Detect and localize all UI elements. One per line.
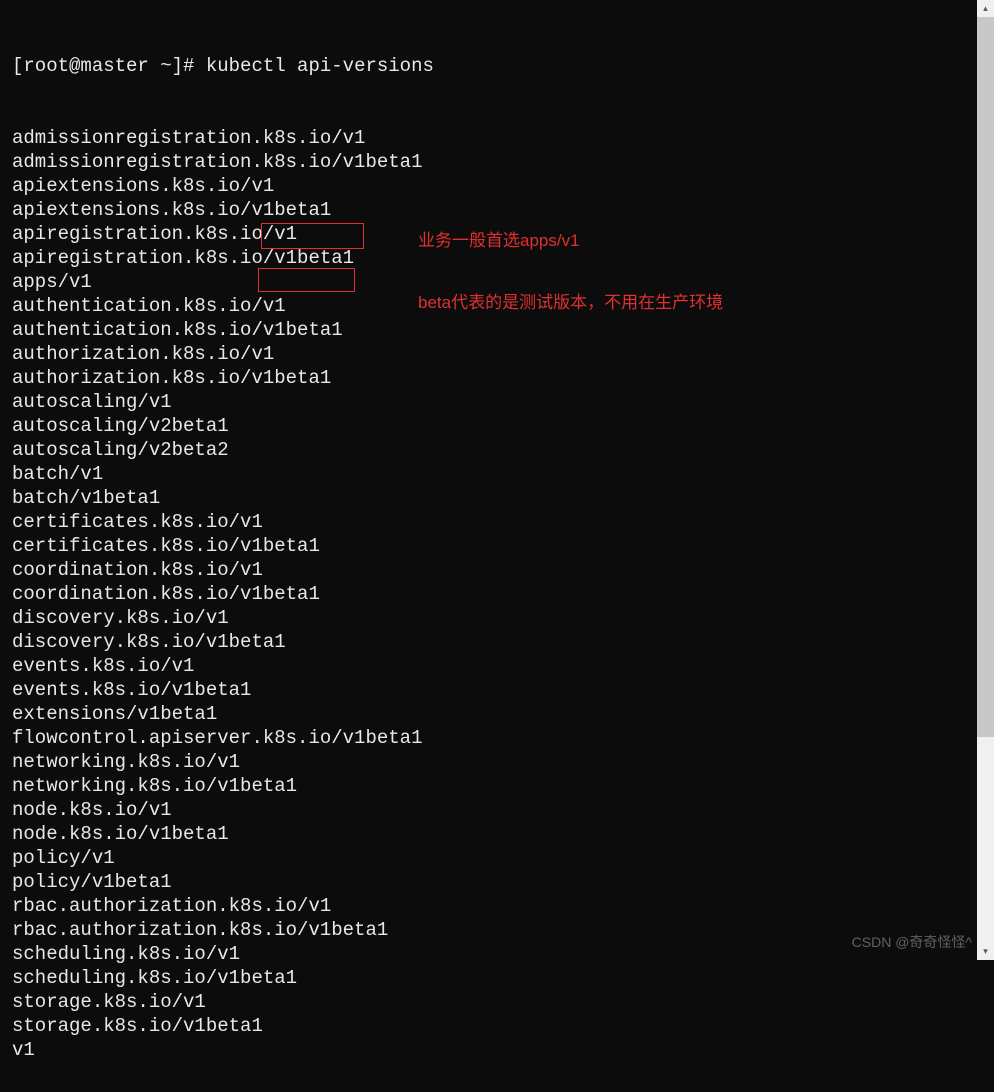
- output-line: scheduling.k8s.io/v1beta1: [12, 966, 982, 990]
- output-line: batch/v1beta1: [12, 486, 982, 510]
- output-line: batch/v1: [12, 462, 982, 486]
- annotation-beta: beta代表的是测试版本，不用在生产环境: [418, 288, 723, 313]
- output-line: apiextensions.k8s.io/v1beta1: [12, 198, 982, 222]
- output-line: apiextensions.k8s.io/v1: [12, 174, 982, 198]
- output-line: node.k8s.io/v1beta1: [12, 822, 982, 846]
- output-line: autoscaling/v2beta1: [12, 414, 982, 438]
- annotation-apps-v1: 业务一般首选apps/v1: [418, 226, 580, 251]
- chevron-down-icon: ▾: [983, 947, 988, 957]
- output-line: v1: [12, 1038, 982, 1062]
- output-line: events.k8s.io/v1: [12, 654, 982, 678]
- output-line: coordination.k8s.io/v1beta1: [12, 582, 982, 606]
- output-line: scheduling.k8s.io/v1: [12, 942, 982, 966]
- output-line: rbac.authorization.k8s.io/v1beta1: [12, 918, 982, 942]
- shell-command: kubectl api-versions: [206, 55, 434, 77]
- output-line: admissionregistration.k8s.io/v1: [12, 126, 982, 150]
- terminal-area[interactable]: [root@master ~]# kubectl api-versions ad…: [0, 0, 994, 1092]
- vertical-scrollbar[interactable]: ▴ ▾: [977, 0, 994, 960]
- output-line: autoscaling/v2beta2: [12, 438, 982, 462]
- highlight-box-v1beta1-authz: [258, 268, 355, 292]
- output-line: coordination.k8s.io/v1: [12, 558, 982, 582]
- output-line: admissionregistration.k8s.io/v1beta1: [12, 150, 982, 174]
- output-line: flowcontrol.apiserver.k8s.io/v1beta1: [12, 726, 982, 750]
- command-output: admissionregistration.k8s.io/v1admission…: [12, 126, 982, 1062]
- output-line: policy/v1beta1: [12, 870, 982, 894]
- output-line: authentication.k8s.io/v1beta1: [12, 318, 982, 342]
- output-line: certificates.k8s.io/v1beta1: [12, 534, 982, 558]
- scroll-up-button[interactable]: ▴: [977, 0, 994, 17]
- output-line: node.k8s.io/v1: [12, 798, 982, 822]
- output-line: networking.k8s.io/v1beta1: [12, 774, 982, 798]
- scroll-thumb[interactable]: [977, 17, 994, 737]
- output-line: storage.k8s.io/v1beta1: [12, 1014, 982, 1038]
- output-line: discovery.k8s.io/v1: [12, 606, 982, 630]
- scroll-down-button[interactable]: ▾: [977, 943, 994, 960]
- output-line: discovery.k8s.io/v1beta1: [12, 630, 982, 654]
- output-line: events.k8s.io/v1beta1: [12, 678, 982, 702]
- output-line: policy/v1: [12, 846, 982, 870]
- chevron-up-icon: ▴: [983, 4, 988, 14]
- output-line: storage.k8s.io/v1: [12, 990, 982, 1014]
- output-line: autoscaling/v1: [12, 390, 982, 414]
- output-line: authorization.k8s.io/v1beta1: [12, 366, 982, 390]
- output-line: rbac.authorization.k8s.io/v1: [12, 894, 982, 918]
- output-line: networking.k8s.io/v1: [12, 750, 982, 774]
- watermark-text: CSDN @奇奇怪怪^: [852, 932, 972, 952]
- output-line: certificates.k8s.io/v1: [12, 510, 982, 534]
- highlight-box-v1beta1: [261, 223, 364, 249]
- output-line: authorization.k8s.io/v1: [12, 342, 982, 366]
- output-line: extensions/v1beta1: [12, 702, 982, 726]
- command-line: [root@master ~]# kubectl api-versions: [12, 54, 982, 78]
- shell-prompt: [root@master ~]#: [12, 55, 206, 77]
